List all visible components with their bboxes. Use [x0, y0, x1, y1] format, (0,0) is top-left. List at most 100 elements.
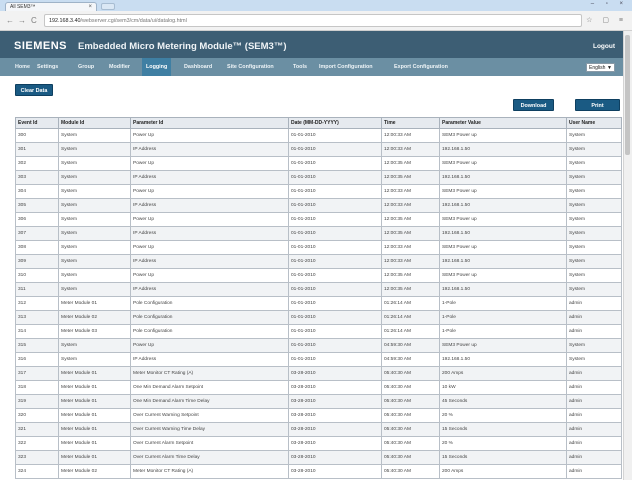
cell-parameter-id: Over Current Alarm Setpoint — [130, 436, 289, 451]
cell-event-id: 322 — [15, 436, 59, 451]
browser-tab-title: All SEM3™ — [10, 4, 36, 10]
cell-user-name: admin — [566, 394, 622, 409]
cell-parameter-value: 20 % — [439, 408, 567, 423]
main-menu: Home Settings Group Modifier Logging Das… — [0, 58, 632, 76]
cell-parameter-value: 192.168.1.50 — [439, 352, 567, 367]
event-log-table: Event Id Module Id Parameter Id Date (MM-DD… — [15, 117, 622, 479]
cell-user-name: System — [566, 170, 622, 185]
logout-link[interactable]: Logout — [593, 43, 615, 50]
cell-parameter-id: Power Up — [130, 128, 289, 143]
cell-parameter-id: Meter Monitor CT Rating (A) — [130, 464, 289, 479]
cell-user-name: admin — [566, 464, 622, 479]
cell-user-name: admin — [566, 324, 622, 339]
new-tab-button[interactable] — [101, 3, 115, 10]
table-row: 300 System Power Up 01-01-2010 12:00:33 AM SE… — [15, 128, 622, 143]
cell-parameter-id: Pole Configuration — [130, 324, 289, 339]
browser-toolbar: ← → C 192.168.3.40/webserver.cgi/sem3/cm… — [0, 11, 632, 31]
back-arrow-icon[interactable]: ← — [6, 16, 14, 25]
browser-toolbar-icons[interactable]: ☆ ▢ ≡ — [586, 16, 627, 24]
cell-module-id: System — [58, 226, 131, 241]
cell-time: 12:00:33 AM — [381, 198, 440, 213]
cell-parameter-value: SEM3 Power up — [439, 268, 567, 283]
cell-user-name: admin — [566, 310, 622, 325]
cell-date: 01-01-2010 — [288, 240, 382, 255]
address-bar[interactable]: 192.168.3.40/webserver.cgi/sem3/cm/data/… — [44, 14, 582, 27]
cell-time: 12:00:33 AM — [381, 142, 440, 157]
table-row: 324 Meter Module 02 Meter Monitor CT Ratin… — [15, 464, 622, 479]
menu-item-export-configuration[interactable]: Export Configuration — [394, 58, 448, 76]
menu-item-group[interactable]: Group — [78, 58, 94, 76]
menu-item-home[interactable]: Home — [15, 58, 30, 76]
cell-parameter-value: 20 % — [439, 436, 567, 451]
cell-parameter-id: Over Current Warning Time Delay — [130, 422, 289, 437]
table-row: 313 Meter Module 02 Pole Configuration 01-0… — [15, 310, 622, 325]
menu-item-logging[interactable]: Logging — [142, 58, 172, 76]
menu-item-modifier[interactable]: Modifier — [109, 58, 130, 76]
menu-item-import-configuration[interactable]: Import Configuration — [319, 58, 373, 76]
table-row: 320 Meter Module 01 Over Current Warning S… — [15, 408, 622, 423]
cell-parameter-value: SEM3 Power up — [439, 184, 567, 199]
cell-parameter-id: IP Address — [130, 282, 289, 297]
cell-time: 05:40:30 AM — [381, 408, 440, 423]
cell-user-name: System — [566, 226, 622, 241]
cell-module-id: Meter Module 01 — [58, 296, 131, 311]
app-header: SIEMENS Embedded Micro Metering Module™ … — [0, 31, 632, 58]
table-row: 311 System IP Address 01-01-2010 12:00:35 AM… — [15, 282, 622, 297]
cell-date: 03-28-2010 — [288, 422, 382, 437]
cell-date: 03-28-2010 — [288, 436, 382, 451]
cell-parameter-id: Power Up — [130, 184, 289, 199]
cell-parameter-value: 15 Seconds — [439, 422, 567, 437]
chevron-down-icon: ▼ — [607, 65, 612, 71]
print-button[interactable]: Print — [575, 99, 620, 111]
cell-event-id: 317 — [15, 366, 59, 381]
cell-time: 12:00:33 AM — [381, 184, 440, 199]
cell-time: 12:00:35 AM — [381, 268, 440, 283]
menu-item-settings[interactable]: Settings — [37, 58, 58, 76]
forward-arrow-icon[interactable]: → — [18, 16, 26, 25]
cell-date: 01-01-2010 — [288, 352, 382, 367]
cell-event-id: 300 — [15, 128, 59, 143]
cell-parameter-value: SEM3 Power up — [439, 240, 567, 255]
page-scrollbar[interactable] — [623, 31, 632, 480]
cell-date: 01-01-2010 — [288, 128, 382, 143]
cell-date: 01-01-2010 — [288, 324, 382, 339]
table-row: 314 Meter Module 03 Pole Configuration 01-0… — [15, 324, 622, 339]
cell-parameter-id: Meter Monitor CT Rating (A) — [130, 366, 289, 381]
download-button[interactable]: Download — [513, 99, 554, 111]
menu-item-tools[interactable]: Tools — [293, 58, 307, 76]
scrollbar-thumb[interactable] — [625, 35, 630, 155]
reload-icon[interactable]: C — [31, 16, 37, 25]
cell-time: 04:59:30 AM — [381, 338, 440, 353]
cell-parameter-id: Power Up — [130, 212, 289, 227]
window-controls[interactable]: – ▫ × — [591, 1, 628, 7]
brand-logo: SIEMENS — [14, 40, 68, 52]
browser-tab[interactable]: All SEM3™ × — [5, 2, 97, 11]
language-value: English — [589, 65, 606, 71]
cell-module-id: System — [58, 184, 131, 199]
cell-user-name: admin — [566, 436, 622, 451]
menu-item-dashboard[interactable]: Dashboard — [184, 58, 212, 76]
cell-time: 05:40:30 AM — [381, 422, 440, 437]
cell-parameter-id: IP Address — [130, 142, 289, 157]
cell-event-id: 321 — [15, 422, 59, 437]
cell-parameter-id: IP Address — [130, 254, 289, 269]
cell-module-id: Meter Module 01 — [58, 366, 131, 381]
cell-time: 12:00:33 AM — [381, 240, 440, 255]
cell-parameter-id: IP Address — [130, 170, 289, 185]
cell-module-id: System — [58, 198, 131, 213]
menu-item-site-configuration[interactable]: Site Configuration — [227, 58, 274, 76]
cell-time: 12:00:35 AM — [381, 156, 440, 171]
cell-date: 01-01-2010 — [288, 296, 382, 311]
cell-module-id: System — [58, 338, 131, 353]
cell-user-name: admin — [566, 422, 622, 437]
cell-user-name: System — [566, 212, 622, 227]
cell-user-name: System — [566, 352, 622, 367]
cell-parameter-value: 192.168.1.50 — [439, 282, 567, 297]
cell-date: 01-01-2010 — [288, 198, 382, 213]
clear-data-button[interactable]: Clear Data — [15, 84, 53, 96]
table-row: 301 System IP Address 01-01-2010 12:00:33 AM… — [15, 142, 622, 157]
cell-parameter-value: 192.168.1.50 — [439, 254, 567, 269]
cell-module-id: System — [58, 170, 131, 185]
column-header-event-id: Event Id — [15, 117, 59, 129]
language-select[interactable]: English ▼ — [586, 63, 615, 72]
